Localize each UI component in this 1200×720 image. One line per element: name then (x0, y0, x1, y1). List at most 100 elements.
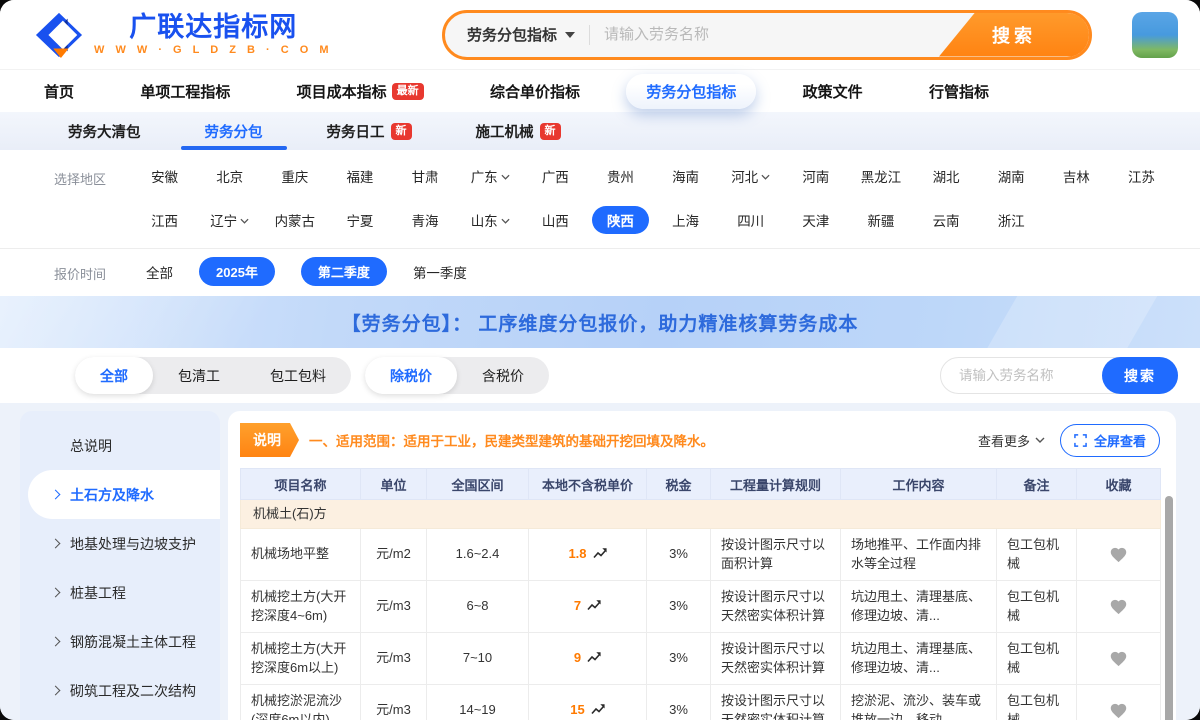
table-search-button[interactable]: 搜索 (1102, 357, 1178, 394)
contract-type-segment-option-2[interactable]: 包清工 (153, 357, 245, 394)
favorite-cell[interactable] (1077, 632, 1161, 684)
favorite-cell[interactable] (1077, 580, 1161, 632)
favorite-heart-icon[interactable] (1109, 546, 1128, 563)
region-label: 江苏 (1128, 166, 1155, 186)
contract-type-segment-option-3[interactable]: 包工包料 (245, 357, 351, 394)
site-logo[interactable]: 广联达指标网 W W W · G L D Z B · C O M (34, 11, 442, 59)
search-category-dropdown[interactable]: 劳务分包指标 (445, 24, 589, 45)
quote-option-1[interactable]: 全部 (146, 262, 173, 282)
subnav-item-2[interactable]: 劳务分包 (199, 112, 269, 150)
user-avatar[interactable] (1132, 12, 1178, 58)
item-name: 机械挖淤泥流沙(深度6m以内) (241, 684, 361, 720)
region-贵州[interactable]: 贵州 (588, 166, 653, 186)
region-安徽[interactable]: 安徽 (132, 166, 197, 186)
calc-rule: 按设计图示尺寸以面积计算 (711, 528, 841, 580)
region-label: 河南 (802, 166, 829, 186)
region-label: 甘肃 (412, 166, 439, 186)
region-广东[interactable]: 广东 (458, 166, 523, 186)
region-海南[interactable]: 海南 (653, 166, 718, 186)
region-广西[interactable]: 广西 (523, 166, 588, 186)
note-bar: 说明 一、适用范围：适用于工业，民建类型建筑的基础开挖回填及降水。 查看更多 全… (240, 423, 1160, 457)
sidebar-item-7[interactable]: 装饰装修工程 (20, 715, 220, 720)
favorite-cell[interactable] (1077, 684, 1161, 720)
header-search-button[interactable]: 搜索 (939, 13, 1089, 57)
favorite-heart-icon[interactable] (1109, 650, 1128, 667)
header-search-input[interactable] (590, 26, 939, 43)
price-value: 7 (574, 598, 581, 613)
region-河南[interactable]: 河南 (783, 166, 848, 186)
region-新疆[interactable]: 新疆 (848, 210, 913, 230)
local-price: 15 (529, 684, 647, 720)
nav-item-3[interactable]: 项目成本指标最新 (277, 74, 444, 109)
work-content: 坑边甩土、清理基底、修理边坡、清... (841, 580, 997, 632)
nav-item-label: 劳务分包指标 (646, 81, 736, 102)
region-福建[interactable]: 福建 (327, 166, 392, 186)
column-header-7: 工作内容 (841, 469, 997, 500)
quote-option-3[interactable]: 第二季度 (301, 257, 387, 286)
column-header-8: 备注 (997, 469, 1077, 500)
quote-option-2[interactable]: 2025年 (199, 257, 275, 286)
table-body: 机械土(石)方机械场地平整元/m21.6~2.41.83%按设计图示尺寸以面积计… (241, 500, 1161, 720)
sidebar-item-1[interactable]: 总说明 (20, 421, 220, 470)
favorite-cell[interactable] (1077, 528, 1161, 580)
region-山西[interactable]: 山西 (523, 210, 588, 230)
region-重庆[interactable]: 重庆 (262, 166, 327, 186)
sidebar-item-3[interactable]: 地基处理与边坡支护 (20, 519, 220, 568)
region-label: 广西 (542, 166, 569, 186)
nav-item-5[interactable]: 劳务分包指标 (626, 74, 756, 109)
page: 广联达指标网 W W W · G L D Z B · C O M 劳务分包指标 … (0, 0, 1200, 720)
region-湖北[interactable]: 湖北 (914, 166, 979, 186)
unit: 元/m2 (361, 528, 427, 580)
region-上海[interactable]: 上海 (653, 210, 718, 230)
nav-item-7[interactable]: 行管指标 (909, 74, 1009, 109)
region-天津[interactable]: 天津 (783, 210, 848, 230)
view-more-button[interactable]: 查看更多 (978, 431, 1045, 450)
region-甘肃[interactable]: 甘肃 (393, 166, 458, 186)
region-内蒙古[interactable]: 内蒙古 (262, 210, 327, 230)
promo-banner: 【劳务分包】： 工序维度分包报价，助力精准核算劳务成本 (0, 296, 1200, 348)
region-北京[interactable]: 北京 (197, 166, 262, 186)
table-scrollbar[interactable] (1165, 496, 1173, 720)
region-河北[interactable]: 河北 (718, 166, 783, 186)
price-value: 1.8 (568, 546, 586, 561)
region-宁夏[interactable]: 宁夏 (327, 210, 392, 230)
region-湖南[interactable]: 湖南 (979, 166, 1044, 186)
subnav-item-3[interactable]: 劳务日工新 (321, 112, 418, 150)
region-山东[interactable]: 山东 (458, 210, 523, 230)
nav-item-2[interactable]: 单项工程指标 (120, 74, 250, 109)
group-label: 机械土(石)方 (241, 500, 1161, 529)
region-四川[interactable]: 四川 (718, 210, 783, 230)
nav-item-4[interactable]: 综合单价指标 (470, 74, 600, 109)
national-range: 7~10 (427, 632, 529, 684)
region-label: 上海 (672, 210, 699, 230)
region-陕西[interactable]: 陕西 (588, 206, 653, 234)
sidebar-item-5[interactable]: 钢筋混凝土主体工程 (20, 617, 220, 666)
region-云南[interactable]: 云南 (914, 210, 979, 230)
region-浙江[interactable]: 浙江 (979, 210, 1044, 230)
table-row: 机械挖土方(大开挖深度4~6m)元/m36~873%按设计图示尺寸以天然密实体积… (241, 580, 1161, 632)
region-江西[interactable]: 江西 (132, 210, 197, 230)
region-江苏[interactable]: 江苏 (1109, 166, 1174, 186)
region-辽宁[interactable]: 辽宁 (197, 210, 262, 230)
contract-type-segment-option-1[interactable]: 全部 (75, 357, 153, 394)
subnav-item-4[interactable]: 施工机械新 (470, 112, 567, 150)
region-label: 北京 (216, 166, 243, 186)
caret-down-icon (565, 32, 575, 38)
national-range: 14~19 (427, 684, 529, 720)
subnav-item-1[interactable]: 劳务大清包 (62, 112, 147, 150)
quote-option-4[interactable]: 第一季度 (413, 262, 467, 282)
nav-item-1[interactable]: 首页 (24, 74, 94, 109)
sidebar-item-2[interactable]: 土石方及降水 (28, 470, 220, 519)
fullscreen-button[interactable]: 全屏查看 (1060, 424, 1160, 457)
tax-type-segment-option-2[interactable]: 含税价 (457, 357, 549, 394)
region-青海[interactable]: 青海 (393, 210, 458, 230)
region-吉林[interactable]: 吉林 (1044, 166, 1109, 186)
favorite-heart-icon[interactable] (1109, 598, 1128, 615)
region-黑龙江[interactable]: 黑龙江 (848, 166, 913, 186)
sidebar-item-6[interactable]: 砌筑工程及二次结构 (20, 666, 220, 715)
nav-item-6[interactable]: 政策文件 (783, 74, 883, 109)
tax-type-segment-option-1[interactable]: 除税价 (365, 357, 457, 394)
favorite-heart-icon[interactable] (1109, 702, 1128, 719)
region-label: 浙江 (998, 210, 1025, 230)
sidebar-item-4[interactable]: 桩基工程 (20, 568, 220, 617)
